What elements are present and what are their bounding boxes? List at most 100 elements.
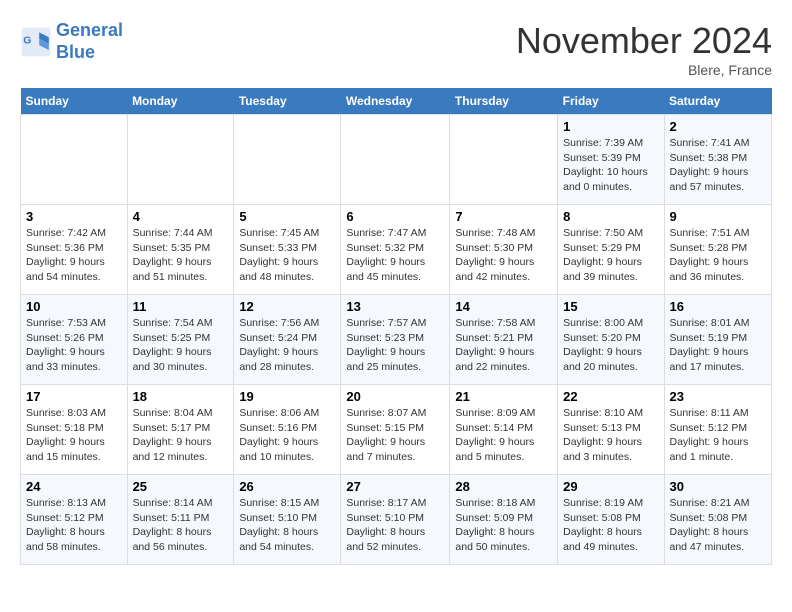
day-number: 23	[670, 389, 767, 404]
calendar-cell: 3 Sunrise: 7:42 AM Sunset: 5:36 PM Daylig…	[21, 205, 128, 295]
day-number: 5	[239, 209, 335, 224]
calendar-cell: 4 Sunrise: 7:44 AM Sunset: 5:35 PM Daylig…	[127, 205, 234, 295]
calendar-cell: 12 Sunrise: 7:56 AM Sunset: 5:24 PM Dayli…	[234, 295, 341, 385]
calendar-cell: 16 Sunrise: 8:01 AM Sunset: 5:19 PM Dayli…	[664, 295, 772, 385]
day-info: Sunrise: 7:44 AM Sunset: 5:35 PM Dayligh…	[133, 226, 229, 285]
month-title: November 2024	[516, 20, 772, 62]
weekday-header-sunday: Sunday	[21, 88, 128, 115]
day-number: 1	[563, 119, 658, 134]
calendar-week-2: 3 Sunrise: 7:42 AM Sunset: 5:36 PM Daylig…	[21, 205, 772, 295]
calendar-week-4: 17Sunrise: 8:03 AM Sunset: 5:18 PM Dayli…	[21, 385, 772, 475]
day-info: Sunrise: 8:10 AM Sunset: 5:13 PM Dayligh…	[563, 406, 658, 465]
calendar-cell: 27Sunrise: 8:17 AM Sunset: 5:10 PM Dayli…	[341, 475, 450, 565]
calendar-cell: 5Sunrise: 7:45 AM Sunset: 5:33 PM Daylig…	[234, 205, 341, 295]
day-number: 12	[239, 299, 335, 314]
page-header: G General Blue November 2024 Blere, Fran…	[20, 20, 772, 78]
calendar-cell: 24 Sunrise: 8:13 AM Sunset: 5:12 PM Dayli…	[21, 475, 128, 565]
calendar-cell: 30 Sunrise: 8:21 AM Sunset: 5:08 PM Dayli…	[664, 475, 772, 565]
calendar-cell: 7 Sunrise: 7:48 AM Sunset: 5:30 PM Daylig…	[450, 205, 558, 295]
calendar-cell: 1 Sunrise: 7:39 AM Sunset: 5:39 PM Daylig…	[558, 115, 664, 205]
day-info: Sunrise: 7:41 AM Sunset: 5:38 PM Dayligh…	[670, 136, 767, 195]
calendar-week-1: 1 Sunrise: 7:39 AM Sunset: 5:39 PM Daylig…	[21, 115, 772, 205]
day-number: 13	[346, 299, 444, 314]
day-number: 30	[670, 479, 767, 494]
calendar-cell: 14Sunrise: 7:58 AM Sunset: 5:21 PM Dayli…	[450, 295, 558, 385]
calendar-header: SundayMondayTuesdayWednesdayThursdayFrid…	[21, 88, 772, 115]
day-number: 8	[563, 209, 658, 224]
logo-text: General Blue	[56, 20, 123, 63]
day-number: 10	[26, 299, 122, 314]
day-info: Sunrise: 8:06 AM Sunset: 5:16 PM Dayligh…	[239, 406, 335, 465]
calendar-cell: 26 Sunrise: 8:15 AM Sunset: 5:10 PM Dayli…	[234, 475, 341, 565]
day-number: 15	[563, 299, 658, 314]
day-info: Sunrise: 7:39 AM Sunset: 5:39 PM Dayligh…	[563, 136, 658, 195]
calendar-cell: 2Sunrise: 7:41 AM Sunset: 5:38 PM Daylig…	[664, 115, 772, 205]
title-block: November 2024 Blere, France	[516, 20, 772, 78]
logo-icon: G	[20, 26, 52, 58]
calendar-cell: 17Sunrise: 8:03 AM Sunset: 5:18 PM Dayli…	[21, 385, 128, 475]
calendar-cell	[21, 115, 128, 205]
calendar-week-3: 10 Sunrise: 7:53 AM Sunset: 5:26 PM Dayli…	[21, 295, 772, 385]
day-info: Sunrise: 8:07 AM Sunset: 5:15 PM Dayligh…	[346, 406, 444, 465]
svg-text:G: G	[23, 35, 31, 46]
day-info: Sunrise: 8:04 AM Sunset: 5:17 PM Dayligh…	[133, 406, 229, 465]
day-number: 28	[455, 479, 552, 494]
day-number: 18	[133, 389, 229, 404]
weekday-header-wednesday: Wednesday	[341, 88, 450, 115]
day-info: Sunrise: 7:54 AM Sunset: 5:25 PM Dayligh…	[133, 316, 229, 375]
day-info: Sunrise: 7:56 AM Sunset: 5:24 PM Dayligh…	[239, 316, 335, 375]
day-info: Sunrise: 8:00 AM Sunset: 5:20 PM Dayligh…	[563, 316, 658, 375]
day-number: 29	[563, 479, 658, 494]
calendar-cell: 6Sunrise: 7:47 AM Sunset: 5:32 PM Daylig…	[341, 205, 450, 295]
day-info: Sunrise: 8:11 AM Sunset: 5:12 PM Dayligh…	[670, 406, 767, 465]
day-number: 20	[346, 389, 444, 404]
calendar-cell	[127, 115, 234, 205]
day-info: Sunrise: 8:01 AM Sunset: 5:19 PM Dayligh…	[670, 316, 767, 375]
day-number: 3	[26, 209, 122, 224]
calendar-cell: 28 Sunrise: 8:18 AM Sunset: 5:09 PM Dayli…	[450, 475, 558, 565]
calendar-cell: 19 Sunrise: 8:06 AM Sunset: 5:16 PM Dayli…	[234, 385, 341, 475]
day-number: 4	[133, 209, 229, 224]
calendar-cell: 18 Sunrise: 8:04 AM Sunset: 5:17 PM Dayli…	[127, 385, 234, 475]
day-number: 11	[133, 299, 229, 314]
day-number: 9	[670, 209, 767, 224]
weekday-header-tuesday: Tuesday	[234, 88, 341, 115]
day-number: 17	[26, 389, 122, 404]
calendar-cell: 22Sunrise: 8:10 AM Sunset: 5:13 PM Dayli…	[558, 385, 664, 475]
calendar-table: SundayMondayTuesdayWednesdayThursdayFrid…	[20, 88, 772, 565]
calendar-cell: 25Sunrise: 8:14 AM Sunset: 5:11 PM Dayli…	[127, 475, 234, 565]
calendar-cell: 29 Sunrise: 8:19 AM Sunset: 5:08 PM Dayli…	[558, 475, 664, 565]
day-number: 21	[455, 389, 552, 404]
calendar-cell: 11 Sunrise: 7:54 AM Sunset: 5:25 PM Dayli…	[127, 295, 234, 385]
day-info: Sunrise: 8:18 AM Sunset: 5:09 PM Dayligh…	[455, 496, 552, 555]
day-info: Sunrise: 8:15 AM Sunset: 5:10 PM Dayligh…	[239, 496, 335, 555]
day-number: 25	[133, 479, 229, 494]
calendar-cell: 21 Sunrise: 8:09 AM Sunset: 5:14 PM Dayli…	[450, 385, 558, 475]
calendar-cell: 13Sunrise: 7:57 AM Sunset: 5:23 PM Dayli…	[341, 295, 450, 385]
day-number: 7	[455, 209, 552, 224]
weekday-header-friday: Friday	[558, 88, 664, 115]
logo-line1: General	[56, 20, 123, 40]
calendar-cell	[341, 115, 450, 205]
day-number: 24	[26, 479, 122, 494]
day-number: 19	[239, 389, 335, 404]
day-info: Sunrise: 7:53 AM Sunset: 5:26 PM Dayligh…	[26, 316, 122, 375]
day-info: Sunrise: 7:47 AM Sunset: 5:32 PM Dayligh…	[346, 226, 444, 285]
day-info: Sunrise: 8:13 AM Sunset: 5:12 PM Dayligh…	[26, 496, 122, 555]
calendar-cell	[234, 115, 341, 205]
day-info: Sunrise: 8:09 AM Sunset: 5:14 PM Dayligh…	[455, 406, 552, 465]
day-info: Sunrise: 8:19 AM Sunset: 5:08 PM Dayligh…	[563, 496, 658, 555]
day-info: Sunrise: 8:21 AM Sunset: 5:08 PM Dayligh…	[670, 496, 767, 555]
day-info: Sunrise: 7:58 AM Sunset: 5:21 PM Dayligh…	[455, 316, 552, 375]
day-info: Sunrise: 7:42 AM Sunset: 5:36 PM Dayligh…	[26, 226, 122, 285]
calendar-cell	[450, 115, 558, 205]
weekday-header-saturday: Saturday	[664, 88, 772, 115]
day-number: 16	[670, 299, 767, 314]
calendar-cell: 10 Sunrise: 7:53 AM Sunset: 5:26 PM Dayli…	[21, 295, 128, 385]
day-info: Sunrise: 7:48 AM Sunset: 5:30 PM Dayligh…	[455, 226, 552, 285]
day-number: 26	[239, 479, 335, 494]
calendar-cell: 9Sunrise: 7:51 AM Sunset: 5:28 PM Daylig…	[664, 205, 772, 295]
calendar-cell: 23 Sunrise: 8:11 AM Sunset: 5:12 PM Dayli…	[664, 385, 772, 475]
calendar-week-5: 24 Sunrise: 8:13 AM Sunset: 5:12 PM Dayli…	[21, 475, 772, 565]
logo-line2: Blue	[56, 42, 95, 62]
